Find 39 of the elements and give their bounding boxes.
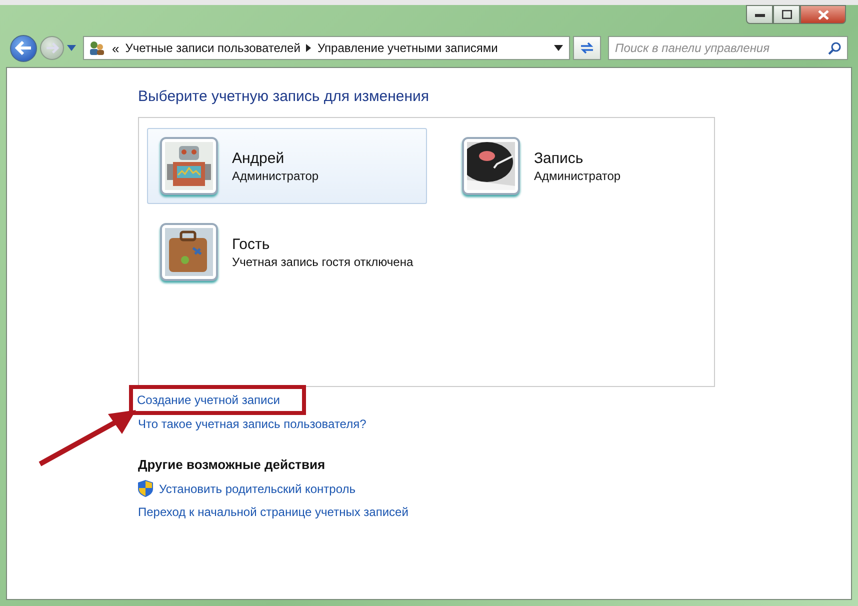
page-heading: Выберите учетную запись для изменения (138, 88, 430, 105)
refresh-button[interactable] (573, 36, 601, 60)
section-heading: Другие возможные действия (138, 457, 326, 472)
breadcrumb-item[interactable]: Управление учетными записями (317, 41, 498, 55)
forward-arrow-icon (45, 42, 59, 54)
dropdown-caret-icon[interactable] (554, 45, 563, 51)
suitcase-icon (165, 228, 213, 276)
breadcrumb-item[interactable]: Учетные записи пользователей (125, 41, 300, 55)
robot-picture-icon (165, 142, 213, 190)
action-link[interactable]: Переход к начальной странице учетных записей (138, 505, 408, 519)
shield-icon (138, 480, 153, 497)
users-icon (88, 40, 106, 56)
close-button[interactable] (800, 5, 846, 24)
maximize-icon (782, 10, 792, 19)
back-button[interactable] (10, 34, 37, 62)
back-arrow-icon (14, 41, 32, 55)
search-icon (828, 42, 841, 55)
maximize-button[interactable] (773, 5, 800, 24)
account-tile[interactable]: Запись Администратор (449, 128, 689, 204)
create-account-link[interactable]: Создание учетной записи (137, 393, 280, 407)
account-tile[interactable]: Гость Учетная запись гостя отключена (147, 214, 427, 290)
minimize-button[interactable] (746, 5, 773, 24)
account-role: Администратор (232, 168, 319, 182)
breadcrumb-overflow[interactable]: « (112, 40, 120, 56)
account-name: Гость (232, 236, 271, 252)
chevron-right-icon[interactable] (306, 44, 312, 52)
help-link[interactable]: Что такое учетная запись пользователя? (138, 417, 366, 431)
account-role: Учетная запись гостя отключена (232, 254, 414, 268)
account-role: Администратор (534, 168, 621, 182)
search-field[interactable]: Поиск в панели управления (608, 36, 848, 60)
minimize-icon (754, 12, 764, 16)
account-name: Андрей (232, 150, 286, 166)
refresh-icon (579, 41, 595, 55)
account-tile[interactable]: Андрей Администратор (147, 128, 427, 204)
address-bar[interactable]: « Учетные записи пользователей Управление учетными записями (83, 36, 570, 60)
close-icon (818, 10, 828, 20)
record-player-icon (467, 142, 515, 190)
account-name: Запись (534, 150, 584, 166)
action-link[interactable]: Установить родительский контроль (159, 482, 356, 496)
